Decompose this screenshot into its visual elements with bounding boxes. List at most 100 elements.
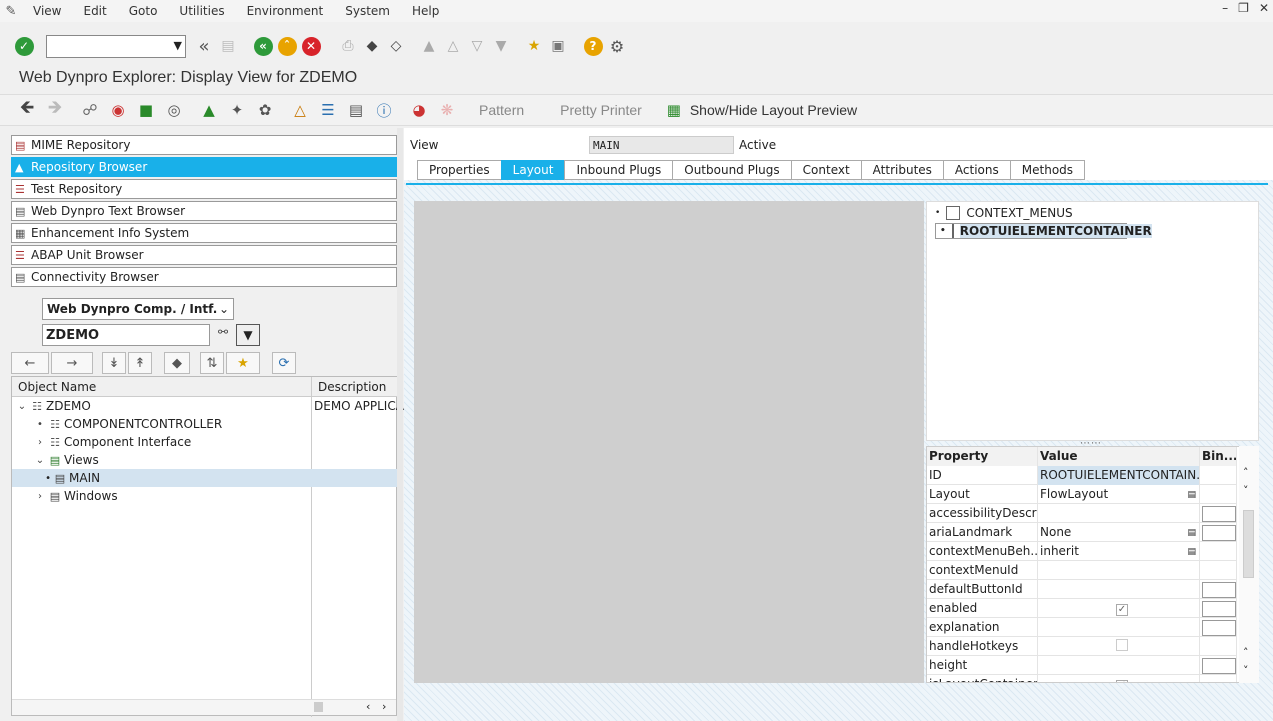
expand-all-button[interactable]: ↡ xyxy=(102,352,126,374)
double-chevron-left-icon[interactable]: « xyxy=(193,35,215,57)
col-value[interactable]: Value xyxy=(1038,447,1200,466)
cancel-icon[interactable]: ✕ xyxy=(300,35,322,57)
enter-icon[interactable]: ✓ xyxy=(13,35,35,57)
tree-row-views[interactable]: ⌄ ▤ Views xyxy=(34,451,99,469)
menu-view[interactable]: View xyxy=(22,4,72,18)
col-binding[interactable]: Bin... xyxy=(1200,447,1237,466)
prop-value[interactable] xyxy=(1038,504,1200,523)
prop-value[interactable] xyxy=(1038,561,1200,580)
prop-value-select[interactable]: inherit ▤ xyxy=(1038,542,1200,561)
binding-button[interactable] xyxy=(1202,506,1236,522)
where-used-icon[interactable]: ◎ xyxy=(163,99,185,121)
binding-button[interactable] xyxy=(1202,658,1236,674)
object-type-select[interactable]: Web Dynpro Comp. / Intf. ⌄ xyxy=(42,298,234,320)
shortcut-icon[interactable]: ▣ xyxy=(547,35,569,57)
close-window-icon[interactable]: ✕ xyxy=(1259,1,1269,15)
find-tree-button[interactable]: ◆ xyxy=(164,352,190,374)
dropdown-icon[interactable]: ▤ xyxy=(1187,547,1196,557)
back-icon[interactable]: « xyxy=(252,35,274,57)
menu-icon[interactable]: ✎ xyxy=(0,4,22,19)
exit-icon[interactable]: ˆ xyxy=(276,35,298,57)
activate-wand-icon[interactable]: ✦ xyxy=(226,99,248,121)
tree-back-button[interactable]: ← xyxy=(11,352,49,374)
hierarchy-up-button[interactable]: ⇅ xyxy=(200,352,224,374)
pie-chart-icon[interactable]: ◕ xyxy=(408,99,430,121)
chevron-down-icon[interactable]: ⌄ xyxy=(34,455,46,466)
forward-arrow-icon[interactable]: 🡺 xyxy=(44,97,66,121)
menu-utilities[interactable]: Utilities xyxy=(168,4,235,18)
binding-button[interactable] xyxy=(1202,620,1236,636)
command-field[interactable]: ▼ xyxy=(46,34,186,58)
dropdown-icon[interactable]: ▤ xyxy=(1187,490,1196,500)
last-page-icon[interactable]: ▼ xyxy=(490,35,512,57)
window-icon[interactable]: ▤ xyxy=(345,99,367,121)
scroll-down-icon[interactable]: ˅ xyxy=(1243,664,1249,677)
menu-goto[interactable]: Goto xyxy=(118,4,169,18)
prop-value-select[interactable]: None ▤ xyxy=(1038,523,1200,542)
tab-properties[interactable]: Properties xyxy=(417,160,501,180)
hierarchy-icon[interactable]: △ xyxy=(289,99,311,121)
enabled-checkbox[interactable]: ✓ xyxy=(1116,604,1128,616)
dropdown-icon[interactable]: ▤ xyxy=(1187,528,1196,538)
nav-enhancement-info[interactable]: ▦ Enhancement Info System xyxy=(11,223,397,243)
back-arrow-icon[interactable]: 🡸 xyxy=(16,97,38,121)
tab-methods[interactable]: Methods xyxy=(1009,160,1086,180)
nav-abap-unit-browser[interactable]: ☰ ABAP Unit Browser xyxy=(11,245,397,265)
tree-row-main[interactable]: • ▤ MAIN xyxy=(12,469,397,487)
favorites-button[interactable]: ★ xyxy=(226,352,260,374)
object-name-input[interactable]: ZDEMO xyxy=(42,324,210,346)
find-icon[interactable]: ◆ xyxy=(361,35,383,57)
nav-connectivity-browser[interactable]: ▤ Connectivity Browser xyxy=(11,267,397,287)
scroll-up-icon[interactable]: ˄ xyxy=(1243,466,1249,479)
object-history-button[interactable]: ▼ xyxy=(236,324,260,346)
outline-item-context-menus[interactable]: • CONTEXT_MENUS xyxy=(935,205,1073,221)
check-icon[interactable]: ▲ xyxy=(198,99,220,121)
layout-canvas[interactable] xyxy=(414,201,924,683)
handle-hotkeys-checkbox[interactable] xyxy=(1116,639,1128,651)
tab-layout[interactable]: Layout xyxy=(500,160,565,180)
splitter[interactable] xyxy=(397,128,403,721)
prop-value[interactable] xyxy=(1038,618,1200,637)
chevron-right-icon[interactable]: › xyxy=(34,491,46,502)
display-change-icon[interactable]: ◉ xyxy=(107,99,129,121)
prop-value[interactable] xyxy=(1038,580,1200,599)
tree-row-controller[interactable]: • ☷ COMPONENTCONTROLLER xyxy=(34,415,222,433)
binding-button[interactable] xyxy=(1202,525,1236,541)
prop-value-select[interactable]: FlowLayout ▤ xyxy=(1038,485,1200,504)
pattern-button[interactable]: Pattern xyxy=(479,102,524,118)
tab-inbound-plugs[interactable]: Inbound Plugs xyxy=(564,160,673,180)
menu-help[interactable]: Help xyxy=(401,4,450,18)
layout-preview-button[interactable]: Show/Hide Layout Preview xyxy=(690,102,857,118)
help-icon[interactable]: ? xyxy=(582,35,604,57)
scroll-thumb[interactable] xyxy=(314,702,323,712)
scroll-right-icon[interactable]: › xyxy=(382,700,386,713)
other-object-icon[interactable]: ☍ xyxy=(79,99,101,121)
print-icon[interactable]: ⎙ xyxy=(337,35,359,57)
chevron-down-icon[interactable]: ⌄ xyxy=(16,401,28,412)
properties-scrollbar[interactable]: ˄ ˅ ˄ ˅ xyxy=(1239,446,1259,683)
display-glasses-icon[interactable]: ⚯ xyxy=(212,325,234,345)
restore-icon[interactable]: ❐ xyxy=(1238,1,1249,15)
nav-mime-repository[interactable]: ▤ MIME Repository xyxy=(11,135,397,155)
layout-preview-icon[interactable]: ▦ xyxy=(663,99,685,121)
prop-value[interactable]: ROOTUIELEMENTCONTAIN... xyxy=(1038,466,1200,485)
navigation-icon[interactable]: ☰ xyxy=(317,99,339,121)
binding-button[interactable] xyxy=(1202,582,1236,598)
minimize-icon[interactable]: – xyxy=(1222,1,1228,15)
nav-test-repository[interactable]: ☰ Test Repository xyxy=(11,179,397,199)
nav-repository-browser[interactable]: ▲ Repository Browser xyxy=(11,157,397,177)
chevron-right-icon[interactable]: › xyxy=(34,437,46,448)
nav-text-browser[interactable]: ▤ Web Dynpro Text Browser xyxy=(11,201,397,221)
test-icon[interactable]: ✿ xyxy=(254,99,276,121)
stop-icon[interactable]: ❋ xyxy=(436,99,458,121)
save-icon[interactable]: ▤ xyxy=(217,35,239,57)
first-page-icon[interactable]: ▲ xyxy=(418,35,440,57)
prop-value[interactable] xyxy=(1038,656,1200,675)
scroll-down-icon[interactable]: ˅ xyxy=(1243,484,1249,497)
binding-button[interactable] xyxy=(1202,601,1236,617)
active-inactive-icon[interactable]: ■ xyxy=(135,99,157,121)
new-session-icon[interactable]: ★ xyxy=(523,35,545,57)
menu-environment[interactable]: Environment xyxy=(236,4,335,18)
refresh-tree-button[interactable]: ⟳ xyxy=(272,352,296,374)
collapse-all-button[interactable]: ↟ xyxy=(128,352,152,374)
